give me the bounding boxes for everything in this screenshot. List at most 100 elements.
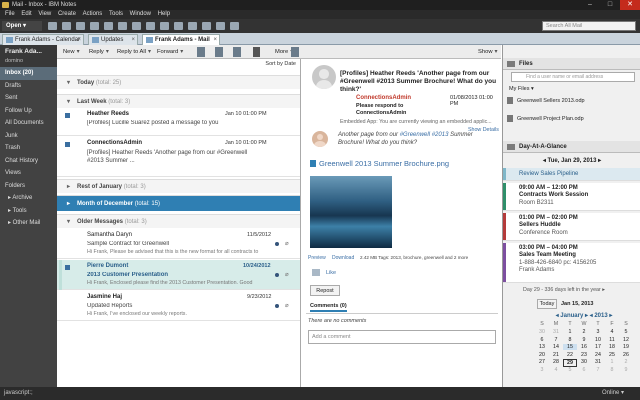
file-item[interactable]: Greenwell Sellers 2013.odp [507, 97, 637, 107]
prev-day-icon[interactable]: ◂ [543, 158, 546, 164]
calendar-day[interactable]: 5 [619, 329, 633, 335]
table-row[interactable]: Samantha Daryn 11/5/2012 Sample Contract… [57, 229, 300, 259]
nav-archive[interactable]: ▸ Archive [0, 192, 57, 205]
calendar-day[interactable]: 5 [563, 367, 577, 373]
tab-updates[interactable]: Updates × [88, 34, 138, 45]
calendar-day[interactable]: 1 [605, 359, 619, 365]
flag-icon[interactable] [197, 47, 205, 57]
calendar-day[interactable]: 20 [535, 352, 549, 358]
forums-icon[interactable] [202, 22, 211, 30]
calendar-event[interactable]: 01:00 PM – 02:00 PM Sellers Huddle Confe… [503, 213, 640, 241]
preview-link[interactable]: Preview [308, 255, 326, 261]
calendar-day[interactable]: 15 [563, 344, 577, 350]
profiles-icon[interactable] [132, 22, 141, 30]
calendar-day[interactable]: 7 [549, 337, 563, 343]
sender-link[interactable]: ConnectionsAdmin [356, 95, 411, 101]
calendar-event[interactable]: 09:00 AM – 12:00 PM Contracts Work Sessi… [503, 183, 640, 211]
search-input[interactable]: Search All Mail [542, 21, 636, 31]
menu-file[interactable]: File [5, 11, 15, 17]
menu-actions[interactable]: Actions [83, 11, 103, 17]
menu-window[interactable]: Window [130, 11, 151, 17]
prev-year-icon[interactable]: ◂ [590, 313, 593, 319]
calendar-day[interactable]: 30 [577, 359, 591, 365]
online-status[interactable]: Online ▾ [602, 387, 624, 400]
nav-junk[interactable]: Junk [0, 130, 57, 143]
nav-drafts[interactable]: Drafts [0, 80, 57, 93]
forward-button[interactable]: Forward ▾ [157, 47, 183, 57]
calendar-day[interactable]: 4 [549, 367, 563, 373]
reply-button[interactable]: Reply ▾ [89, 47, 109, 57]
tab-mail[interactable]: Frank Adams - Mail × [142, 34, 220, 45]
blogs-icon[interactable] [188, 22, 197, 30]
calendar-day[interactable]: 10 [591, 337, 605, 343]
nav-trash[interactable]: Trash [0, 142, 57, 155]
reply-all-button[interactable]: Reply to All ▾ [117, 47, 151, 57]
today-button[interactable]: Today [537, 299, 557, 309]
group-month-of-december[interactable]: ▸ Month of December (total: 15) [57, 195, 300, 211]
nav-other-mail[interactable]: ▸ Other Mail [0, 217, 57, 230]
home-icon[interactable] [48, 22, 57, 30]
nav-all-documents[interactable]: All Documents [0, 117, 57, 130]
day-at-a-glance-header[interactable]: Day-At-A-Glance [503, 141, 640, 153]
file-link[interactable]: Greenwell 2013 Summer Brochure.png [319, 159, 449, 168]
my-files-dropdown[interactable]: My Files ▾ [509, 86, 534, 92]
sort-by-date[interactable]: Sort by Date [265, 61, 296, 67]
folder-icon[interactable] [215, 47, 223, 57]
calendar-day[interactable]: 27 [535, 359, 549, 365]
nav-inbox[interactable]: Inbox (20) [0, 67, 57, 80]
calendar-day[interactable]: 2 [577, 329, 591, 335]
menu-tools[interactable]: Tools [109, 11, 123, 17]
calendar-day[interactable]: 1 [563, 329, 577, 335]
minimize-button[interactable]: – [580, 0, 600, 10]
calendar-day[interactable]: 21 [549, 352, 563, 358]
new-button[interactable]: New ▾ [63, 47, 80, 57]
next-day-icon[interactable]: ▸ [598, 158, 601, 164]
tag-icon[interactable] [233, 47, 241, 57]
tab-calendar[interactable]: Frank Adams - Calendar × [2, 34, 84, 45]
calendar-day[interactable]: 19 [619, 344, 633, 350]
todo-icon[interactable] [104, 22, 113, 30]
nav-chat-history[interactable]: Chat History [0, 155, 57, 168]
group-rest-of-january[interactable]: ▸ Rest of January (total: 3) [57, 179, 300, 193]
calendar-day[interactable]: 8 [605, 367, 619, 373]
like-icon[interactable] [312, 269, 320, 276]
nav-folders[interactable]: Folders [0, 180, 57, 193]
communities-icon[interactable] [146, 22, 155, 30]
wikis-icon[interactable] [174, 22, 183, 30]
calendar-day[interactable]: 25 [605, 352, 619, 358]
calendar-day[interactable]: 2 [619, 359, 633, 365]
mail-icon[interactable] [62, 22, 71, 30]
group-last-week[interactable]: ▾ Last Week (total: 3) [57, 94, 300, 108]
calendar-day[interactable]: 18 [605, 344, 619, 350]
table-row-selected[interactable]: Pierre Dumont 10/24/2012 2013 Customer P… [57, 260, 300, 290]
file-item[interactable]: Greenwell Project Plan.odp [507, 115, 637, 125]
nav-sent[interactable]: Sent [0, 92, 57, 105]
calendar-day[interactable]: 26 [619, 352, 633, 358]
calendar-day[interactable]: 16 [577, 344, 591, 350]
table-row[interactable]: Jasmine Haj 9/23/2012 Updated Reports ⌀ … [57, 291, 300, 321]
calendar-day[interactable]: 6 [535, 337, 549, 343]
calendar-day[interactable]: 30 [535, 329, 549, 335]
calendar-day[interactable]: 11 [605, 337, 619, 343]
like-link[interactable]: Like [326, 270, 336, 276]
open-button[interactable]: Open ▾ [2, 21, 42, 31]
menu-edit[interactable]: Edit [21, 11, 31, 17]
sender-avatar[interactable] [312, 65, 336, 89]
download-link[interactable]: Download [332, 255, 354, 261]
calendar-day[interactable]: 23 [577, 352, 591, 358]
table-row[interactable]: Heather Reeds Jan 10 01:00 PM [Profiles]… [57, 108, 300, 136]
calendar-day[interactable]: 28 [549, 359, 563, 365]
calendar-day[interactable]: 31 [591, 359, 605, 365]
next-month-icon[interactable]: ▸ [585, 313, 588, 319]
activities-icon[interactable] [118, 22, 127, 30]
comments-tab[interactable]: Comments (0) [310, 303, 347, 312]
calendar-day[interactable]: 9 [619, 367, 633, 373]
files-icon[interactable] [160, 22, 169, 30]
account-name[interactable]: Frank Ada... [0, 45, 57, 58]
calendar-day[interactable]: 13 [535, 344, 549, 350]
calendar-day[interactable]: 8 [563, 337, 577, 343]
delete-icon[interactable] [253, 47, 260, 57]
brochure-image[interactable] [310, 176, 392, 248]
menu-view[interactable]: View [38, 11, 51, 17]
calendar-day[interactable]: 12 [619, 337, 633, 343]
